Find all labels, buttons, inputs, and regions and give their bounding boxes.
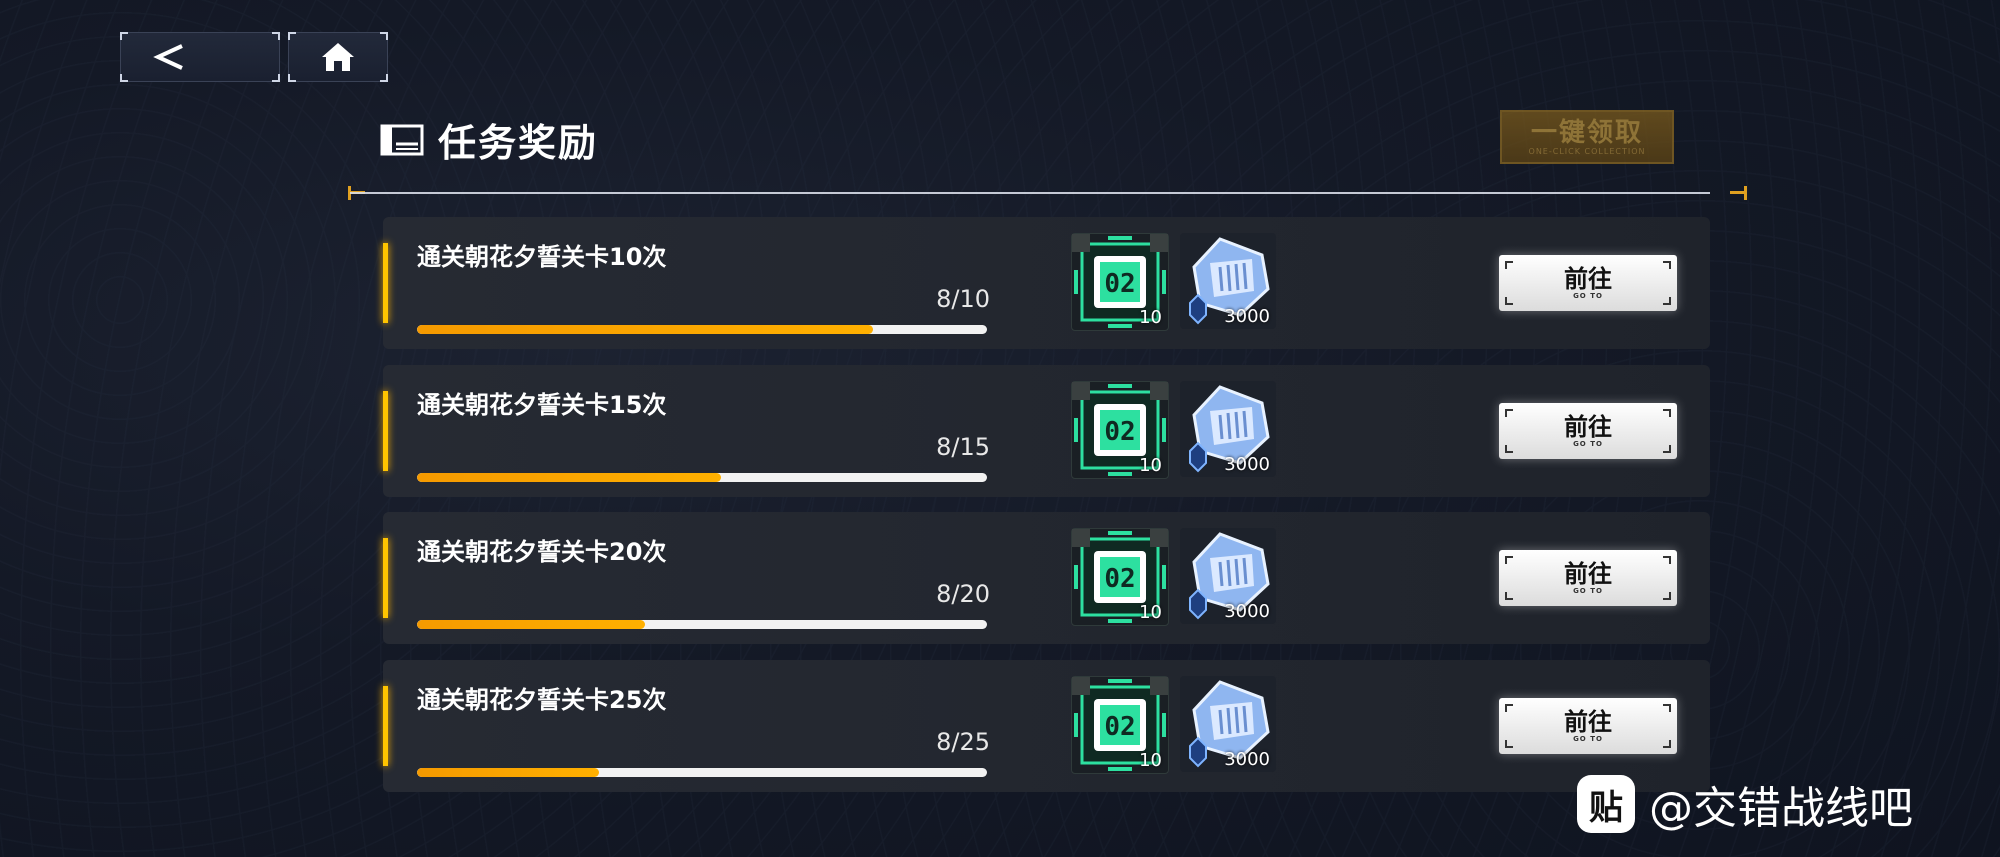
goto-sub: GO TO bbox=[1573, 735, 1603, 743]
task-accent-bar bbox=[383, 243, 388, 323]
page-title: 任务奖励 bbox=[438, 121, 599, 165]
goto-sub: GO TO bbox=[1573, 292, 1603, 300]
reward-qty: 10 bbox=[1139, 307, 1162, 328]
claim-all-button[interactable]: 一键领取 ONE-CLICK COLLECTION bbox=[1500, 110, 1674, 164]
goto-button[interactable]: 前往 GO TO bbox=[1499, 255, 1677, 311]
task-name: 通关朝花夕誓关卡10次 bbox=[417, 243, 667, 271]
goto-button[interactable]: 前往 GO TO bbox=[1499, 403, 1677, 459]
task-row: 通关朝花夕誓关卡15次 8/15 02 10 3000 前往 GO TO bbox=[383, 365, 1710, 497]
task-row: 通关朝花夕誓关卡25次 8/25 02 10 3000 前往 GO TO bbox=[383, 660, 1710, 792]
goto-label: 前往 bbox=[1564, 708, 1612, 736]
task-name: 通关朝花夕誓关卡25次 bbox=[417, 686, 667, 714]
tieba-logo-icon: 贴 bbox=[1577, 775, 1635, 833]
reward-item-crystal[interactable]: 3000 bbox=[1180, 233, 1276, 329]
reward-qty: 10 bbox=[1139, 750, 1162, 771]
task-progress-fill bbox=[417, 768, 600, 777]
goto-sub: GO TO bbox=[1573, 587, 1603, 595]
task-accent-bar bbox=[383, 538, 388, 618]
goto-button[interactable]: 前往 GO TO bbox=[1499, 698, 1677, 754]
goto-label: 前往 bbox=[1564, 413, 1612, 441]
reward-item-chip[interactable]: 02 10 bbox=[1071, 528, 1169, 626]
reward-item-crystal[interactable]: 3000 bbox=[1180, 381, 1276, 477]
claim-all-sub: ONE-CLICK COLLECTION bbox=[1528, 146, 1646, 156]
task-progress-bar bbox=[417, 325, 987, 334]
task-progress-fill bbox=[417, 620, 645, 629]
back-button[interactable] bbox=[120, 32, 280, 82]
reward-qty: 3000 bbox=[1224, 601, 1270, 622]
goto-label: 前往 bbox=[1564, 265, 1612, 293]
task-name: 通关朝花夕誓关卡15次 bbox=[417, 391, 667, 419]
claim-all-label: 一键领取 bbox=[1530, 117, 1643, 148]
task-progress-text: 8/20 bbox=[936, 580, 990, 608]
task-progress-text: 8/10 bbox=[936, 285, 990, 313]
chip-label: 02 bbox=[1104, 269, 1135, 299]
chip-label: 02 bbox=[1104, 564, 1135, 594]
task-accent-bar bbox=[383, 686, 388, 766]
goto-sub: GO TO bbox=[1573, 440, 1603, 448]
task-row: 通关朝花夕誓关卡10次 8/10 02 10 3000 前往 GO TO bbox=[383, 217, 1710, 349]
task-progress-text: 8/15 bbox=[936, 433, 990, 461]
reward-item-chip[interactable]: 02 10 bbox=[1071, 233, 1169, 331]
reward-item-chip[interactable]: 02 10 bbox=[1071, 381, 1169, 479]
chevron-left-icon bbox=[153, 44, 183, 70]
reward-list-icon bbox=[380, 124, 424, 155]
home-icon bbox=[322, 43, 354, 71]
task-progress-bar bbox=[417, 620, 987, 629]
task-progress-bar bbox=[417, 473, 987, 482]
task-progress-fill bbox=[417, 325, 873, 334]
chip-label: 02 bbox=[1104, 712, 1135, 742]
task-row: 通关朝花夕誓关卡20次 8/20 02 10 3000 前往 GO TO bbox=[383, 512, 1710, 644]
reward-qty: 3000 bbox=[1224, 749, 1270, 770]
reward-item-crystal[interactable]: 3000 bbox=[1180, 676, 1276, 772]
home-button[interactable] bbox=[288, 32, 388, 82]
goto-label: 前往 bbox=[1564, 560, 1612, 588]
reward-item-chip[interactable]: 02 10 bbox=[1071, 676, 1169, 774]
goto-button[interactable]: 前往 GO TO bbox=[1499, 550, 1677, 606]
page-header: 任务奖励 bbox=[380, 112, 598, 167]
reward-qty: 3000 bbox=[1224, 306, 1270, 327]
watermark-text: @交错战线吧 bbox=[1649, 783, 1913, 834]
task-name: 通关朝花夕誓关卡20次 bbox=[417, 538, 667, 566]
watermark: 贴 @交错战线吧 bbox=[1577, 772, 1913, 836]
reward-qty: 3000 bbox=[1224, 454, 1270, 475]
reward-qty: 10 bbox=[1139, 602, 1162, 623]
task-progress-bar bbox=[417, 768, 987, 777]
header-divider bbox=[350, 192, 1710, 194]
task-accent-bar bbox=[383, 391, 388, 471]
divider-cap-right bbox=[1726, 186, 1747, 200]
task-progress-text: 8/25 bbox=[936, 728, 990, 756]
chip-label: 02 bbox=[1104, 417, 1135, 447]
task-progress-fill bbox=[417, 473, 721, 482]
reward-qty: 10 bbox=[1139, 455, 1162, 476]
reward-item-crystal[interactable]: 3000 bbox=[1180, 528, 1276, 624]
